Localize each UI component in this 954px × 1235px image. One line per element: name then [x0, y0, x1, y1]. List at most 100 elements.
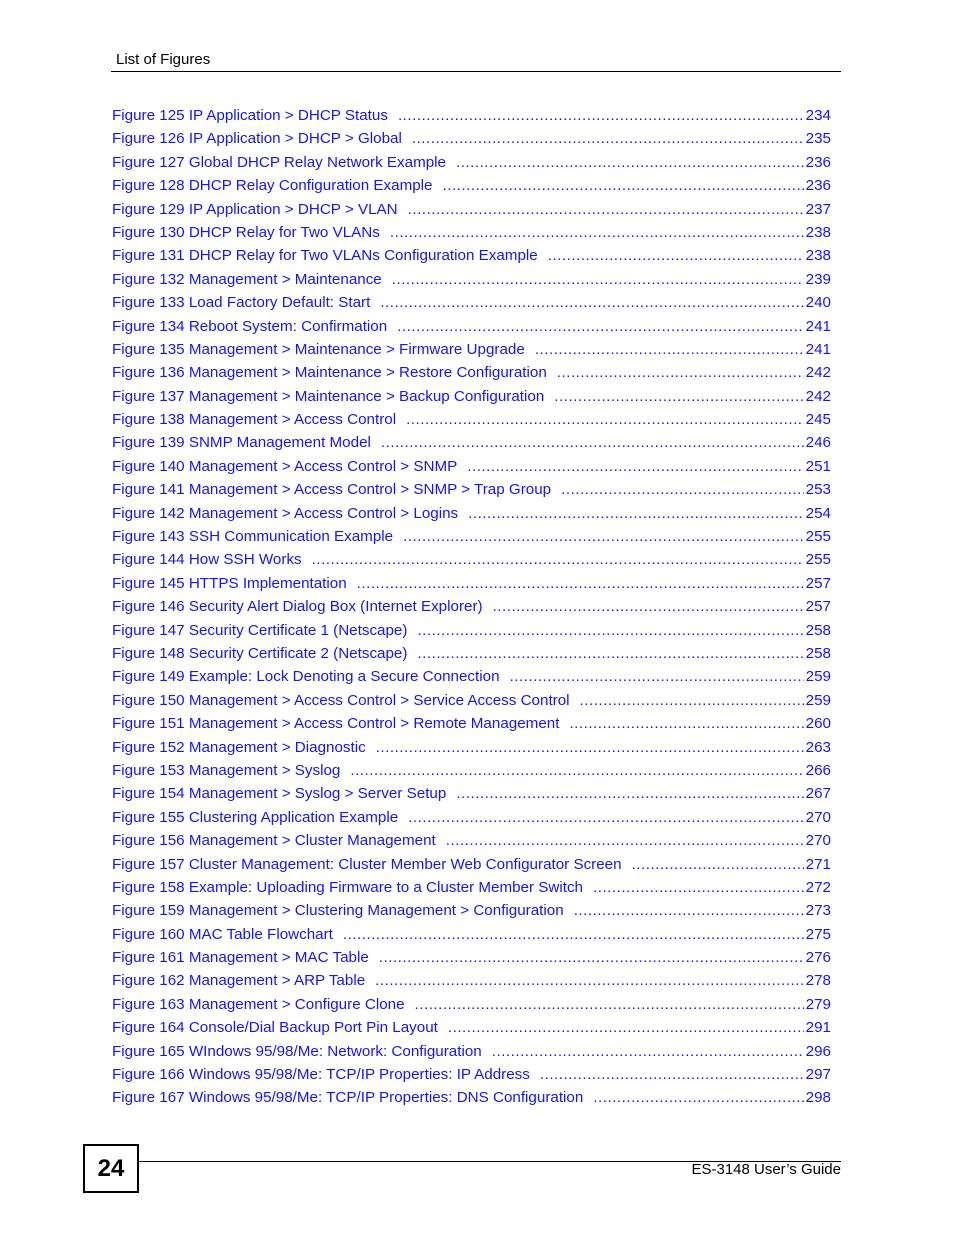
toc-entry-title[interactable]: Figure 146 Security Alert Dialog Box (In… — [112, 597, 483, 617]
toc-entry-page[interactable]: 258 — [806, 621, 831, 641]
toc-entry[interactable]: Figure 139 SNMP Management Model 246 — [112, 433, 831, 456]
toc-entry-page[interactable]: 297 — [806, 1065, 831, 1085]
toc-entry[interactable]: Figure 125 IP Application > DHCP Status 2… — [112, 106, 831, 129]
toc-entry-title[interactable]: Figure 134 Reboot System: Confirmation — [112, 317, 387, 337]
toc-entry-page[interactable]: 246 — [806, 433, 831, 453]
toc-entry-title[interactable]: Figure 143 SSH Communication Example — [112, 527, 393, 547]
toc-entry-page[interactable]: 271 — [806, 855, 831, 875]
toc-entry-page[interactable]: 276 — [806, 948, 831, 968]
toc-entry-page[interactable]: 242 — [806, 387, 831, 407]
toc-entry-title[interactable]: Figure 154 Management > Syslog > Server … — [112, 784, 446, 804]
toc-entry[interactable]: Figure 164 Console/Dial Backup Port Pin … — [112, 1018, 831, 1041]
toc-entry-page[interactable]: 240 — [806, 293, 831, 313]
toc-entry[interactable]: Figure 154 Management > Syslog > Server … — [112, 784, 831, 807]
toc-entry-page[interactable]: 270 — [806, 831, 831, 851]
toc-entry[interactable]: Figure 136 Management > Maintenance > Re… — [112, 363, 831, 386]
toc-entry-page[interactable]: 255 — [806, 550, 831, 570]
toc-entry-title[interactable]: Figure 164 Console/Dial Backup Port Pin … — [112, 1018, 438, 1038]
toc-entry-title[interactable]: Figure 160 MAC Table Flowchart — [112, 925, 333, 945]
toc-entry-title[interactable]: Figure 151 Management > Access Control >… — [112, 714, 559, 734]
toc-entry-page[interactable]: 260 — [806, 714, 831, 734]
toc-entry-title[interactable]: Figure 161 Management > MAC Table — [112, 948, 369, 968]
toc-entry-page[interactable]: 278 — [806, 971, 831, 991]
toc-entry-title[interactable]: Figure 137 Management > Maintenance > Ba… — [112, 387, 544, 407]
toc-entry[interactable]: Figure 129 IP Application > DHCP > VLAN 2… — [112, 200, 831, 223]
toc-entry-page[interactable]: 275 — [806, 925, 831, 945]
toc-entry-page[interactable]: 258 — [806, 644, 831, 664]
toc-entry-title[interactable]: Figure 165 WIndows 95/98/Me: Network: Co… — [112, 1042, 482, 1062]
toc-entry-title[interactable]: Figure 128 DHCP Relay Configuration Exam… — [112, 176, 433, 196]
toc-entry[interactable]: Figure 150 Management > Access Control >… — [112, 691, 831, 714]
toc-entry[interactable]: Figure 157 Cluster Management: Cluster M… — [112, 855, 831, 878]
toc-entry-title[interactable]: Figure 163 Management > Configure Clone — [112, 995, 405, 1015]
toc-entry-title[interactable]: Figure 140 Management > Access Control >… — [112, 457, 457, 477]
toc-entry-page[interactable]: 291 — [806, 1018, 831, 1038]
toc-entry[interactable]: Figure 140 Management > Access Control >… — [112, 457, 831, 480]
toc-entry-page[interactable]: 270 — [806, 808, 831, 828]
toc-entry-title[interactable]: Figure 135 Management > Maintenance > Fi… — [112, 340, 525, 360]
toc-entry[interactable]: Figure 155 Clustering Application Exampl… — [112, 808, 831, 831]
toc-entry[interactable]: Figure 144 How SSH Works 255 — [112, 550, 831, 573]
toc-entry-page[interactable]: 238 — [806, 223, 831, 243]
toc-entry[interactable]: Figure 166 Windows 95/98/Me: TCP/IP Prop… — [112, 1065, 831, 1088]
toc-entry-title[interactable]: Figure 149 Example: Lock Denoting a Secu… — [112, 667, 500, 687]
toc-entry-title[interactable]: Figure 158 Example: Uploading Firmware t… — [112, 878, 583, 898]
toc-entry-title[interactable]: Figure 130 DHCP Relay for Two VLANs — [112, 223, 380, 243]
toc-entry-title[interactable]: Figure 131 DHCP Relay for Two VLANs Conf… — [112, 246, 538, 266]
toc-entry-title[interactable]: Figure 155 Clustering Application Exampl… — [112, 808, 398, 828]
toc-entry[interactable]: Figure 126 IP Application > DHCP > Globa… — [112, 129, 831, 152]
toc-entry-title[interactable]: Figure 152 Management > Diagnostic — [112, 738, 366, 758]
toc-entry-page[interactable]: 241 — [806, 317, 831, 337]
toc-entry[interactable]: Figure 167 Windows 95/98/Me: TCP/IP Prop… — [112, 1088, 831, 1111]
toc-entry[interactable]: Figure 130 DHCP Relay for Two VLANs 238 — [112, 223, 831, 246]
toc-entry-title[interactable]: Figure 150 Management > Access Control >… — [112, 691, 570, 711]
toc-entry[interactable]: Figure 143 SSH Communication Example 255 — [112, 527, 831, 550]
toc-entry-title[interactable]: Figure 139 SNMP Management Model — [112, 433, 371, 453]
toc-entry-title[interactable]: Figure 166 Windows 95/98/Me: TCP/IP Prop… — [112, 1065, 530, 1085]
toc-entry[interactable]: Figure 156 Management > Cluster Manageme… — [112, 831, 831, 854]
toc-entry-page[interactable]: 263 — [806, 738, 831, 758]
toc-entry-page[interactable]: 251 — [806, 457, 831, 477]
toc-entry[interactable]: Figure 137 Management > Maintenance > Ba… — [112, 387, 831, 410]
toc-entry-title[interactable]: Figure 162 Management > ARP Table — [112, 971, 365, 991]
toc-entry[interactable]: Figure 128 DHCP Relay Configuration Exam… — [112, 176, 831, 199]
toc-entry-title[interactable]: Figure 145 HTTPS Implementation — [112, 574, 347, 594]
toc-entry[interactable]: Figure 133 Load Factory Default: Start 24… — [112, 293, 831, 316]
toc-entry-page[interactable]: 254 — [806, 504, 831, 524]
toc-entry[interactable]: Figure 146 Security Alert Dialog Box (In… — [112, 597, 831, 620]
toc-entry-title[interactable]: Figure 157 Cluster Management: Cluster M… — [112, 855, 622, 875]
toc-entry[interactable]: Figure 127 Global DHCP Relay Network Exa… — [112, 153, 831, 176]
toc-entry[interactable]: Figure 153 Management > Syslog 266 — [112, 761, 831, 784]
toc-entry-page[interactable]: 296 — [806, 1042, 831, 1062]
toc-entry-page[interactable]: 273 — [806, 901, 831, 921]
toc-entry-title[interactable]: Figure 147 Security Certificate 1 (Netsc… — [112, 621, 407, 641]
toc-entry-title[interactable]: Figure 153 Management > Syslog — [112, 761, 340, 781]
toc-entry[interactable]: Figure 162 Management > ARP Table 278 — [112, 971, 831, 994]
toc-entry[interactable]: Figure 141 Management > Access Control >… — [112, 480, 831, 503]
toc-entry-title[interactable]: Figure 133 Load Factory Default: Start — [112, 293, 370, 313]
toc-entry-title[interactable]: Figure 125 IP Application > DHCP Status — [112, 106, 388, 126]
toc-entry[interactable]: Figure 131 DHCP Relay for Two VLANs Conf… — [112, 246, 831, 269]
toc-entry[interactable]: Figure 149 Example: Lock Denoting a Secu… — [112, 667, 831, 690]
toc-entry-page[interactable]: 238 — [806, 246, 831, 266]
toc-entry-page[interactable]: 266 — [806, 761, 831, 781]
toc-entry-title[interactable]: Figure 141 Management > Access Control >… — [112, 480, 551, 500]
toc-entry-page[interactable]: 239 — [806, 270, 831, 290]
toc-entry[interactable]: Figure 151 Management > Access Control >… — [112, 714, 831, 737]
toc-entry-page[interactable]: 257 — [806, 574, 831, 594]
toc-entry-page[interactable]: 257 — [806, 597, 831, 617]
toc-entry-page[interactable]: 267 — [806, 784, 831, 804]
toc-entry-page[interactable]: 237 — [806, 200, 831, 220]
toc-entry-page[interactable]: 272 — [806, 878, 831, 898]
toc-entry-page[interactable]: 255 — [806, 527, 831, 547]
toc-entry[interactable]: Figure 158 Example: Uploading Firmware t… — [112, 878, 831, 901]
toc-entry-title[interactable]: Figure 159 Management > Clustering Manag… — [112, 901, 564, 921]
toc-entry[interactable]: Figure 152 Management > Diagnostic 263 — [112, 738, 831, 761]
toc-entry-page[interactable]: 241 — [806, 340, 831, 360]
toc-entry-page[interactable]: 253 — [806, 480, 831, 500]
toc-entry[interactable]: Figure 159 Management > Clustering Manag… — [112, 901, 831, 924]
toc-entry[interactable]: Figure 134 Reboot System: Confirmation 24… — [112, 317, 831, 340]
toc-entry[interactable]: Figure 148 Security Certificate 2 (Netsc… — [112, 644, 831, 667]
toc-entry-title[interactable]: Figure 167 Windows 95/98/Me: TCP/IP Prop… — [112, 1088, 583, 1108]
toc-entry-title[interactable]: Figure 127 Global DHCP Relay Network Exa… — [112, 153, 446, 173]
